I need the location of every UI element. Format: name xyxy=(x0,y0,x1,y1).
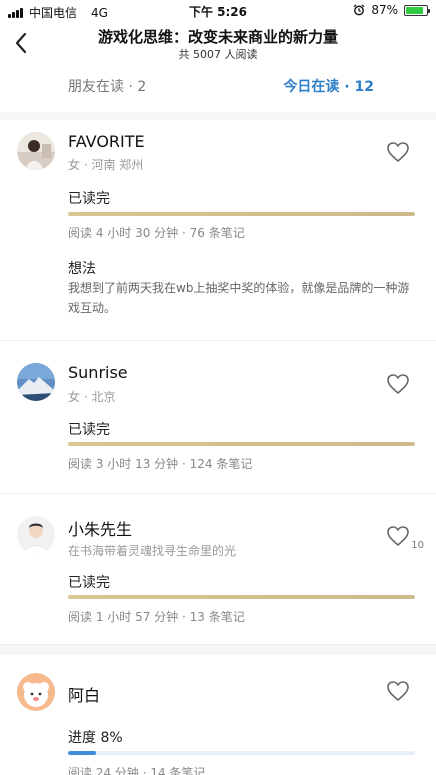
read-status: 已读完 xyxy=(68,191,110,207)
progress-fill xyxy=(68,751,96,755)
reader-meta: 女 · 河南 郑州 xyxy=(68,158,144,172)
status-right: 87% xyxy=(353,3,430,17)
like-count: 10 xyxy=(411,540,424,551)
nav-header: 游戏化思维：改变未来商业的新力量 共 5007 人阅读 xyxy=(0,22,436,64)
reading-stats: 阅读 3 小时 13 分钟 · 124 条笔记 xyxy=(68,457,253,471)
avatar-photo xyxy=(17,132,55,170)
battery-percent: 87% xyxy=(371,3,398,17)
page-title: 游戏化思维：改变未来商业的新力量 xyxy=(97,28,338,46)
avatar[interactable] xyxy=(17,132,55,170)
avatar-photo xyxy=(17,363,55,401)
reading-stats: 阅读 1 小时 57 分钟 · 13 条笔记 xyxy=(68,610,245,624)
alarm-icon xyxy=(354,4,365,16)
progress-bar xyxy=(68,212,415,216)
reader-meta: 在书海带着灵魂找寻生命里的光 xyxy=(68,544,237,558)
reading-stats: 阅读 4 小时 30 分钟 · 76 条笔记 xyxy=(68,226,245,240)
avatar[interactable] xyxy=(17,363,55,401)
section-divider xyxy=(0,645,436,655)
reading-stats: 阅读 24 分钟 · 14 条笔记 xyxy=(68,766,206,775)
progress-fill xyxy=(68,212,415,216)
reader-card[interactable]: 小朱先生 在书海带着灵魂找寻生命里的光 10 已读完 阅读 1 小时 57 分钟… xyxy=(0,494,436,645)
reader-name[interactable]: FAVORITE xyxy=(68,132,145,151)
note-body[interactable]: 我想到了前两天我在wb上抽奖中奖的体验，就像是品牌的一种游戏互动。 xyxy=(68,278,420,318)
tab-friends-reading[interactable]: 朋友在读 · 2 xyxy=(68,76,146,96)
progress-bar xyxy=(68,751,415,755)
progress-bar xyxy=(68,595,415,599)
reader-meta: 女 · 北京 xyxy=(68,390,116,404)
read-progress: 进度 8% xyxy=(68,730,123,746)
reader-card[interactable]: 阿白 进度 8% 阅读 24 分钟 · 14 条笔记 xyxy=(0,655,436,775)
heart-outline-icon[interactable] xyxy=(386,373,410,395)
avatar-photo xyxy=(17,516,55,554)
heart-outline-icon[interactable] xyxy=(386,680,410,702)
note-title: 想法 xyxy=(68,261,96,277)
read-status: 已读完 xyxy=(68,422,110,438)
reader-name[interactable]: 小朱先生 xyxy=(68,516,132,540)
progress-bar xyxy=(68,442,415,446)
avatar[interactable] xyxy=(17,516,55,554)
progress-fill xyxy=(68,595,415,599)
section-divider xyxy=(0,112,436,120)
reader-card[interactable]: Sunrise 女 · 北京 已读完 阅读 3 小时 13 分钟 · 124 条… xyxy=(0,341,436,494)
progress-fill xyxy=(68,442,415,446)
avatar[interactable] xyxy=(17,673,55,711)
reader-name[interactable]: 阿白 xyxy=(68,682,100,706)
heart-outline-icon[interactable] xyxy=(386,525,410,547)
reader-name[interactable]: Sunrise xyxy=(68,363,128,382)
reader-card[interactable]: FAVORITE 女 · 河南 郑州 已读完 阅读 4 小时 30 分钟 · 7… xyxy=(0,120,436,341)
battery-icon xyxy=(404,4,430,16)
avatar-cartoon xyxy=(17,673,55,711)
status-bar: 中国电信 4G 下午 5:26 87% xyxy=(0,0,436,22)
heart-outline-icon[interactable] xyxy=(386,141,410,163)
tab-today-reading[interactable]: 今日在读 · 12 xyxy=(283,76,374,96)
reader-count: 共 5007 人阅读 xyxy=(178,48,258,61)
reader-tabs: 朋友在读 · 2 今日在读 · 12 xyxy=(0,72,436,100)
read-status: 已读完 xyxy=(68,575,110,591)
